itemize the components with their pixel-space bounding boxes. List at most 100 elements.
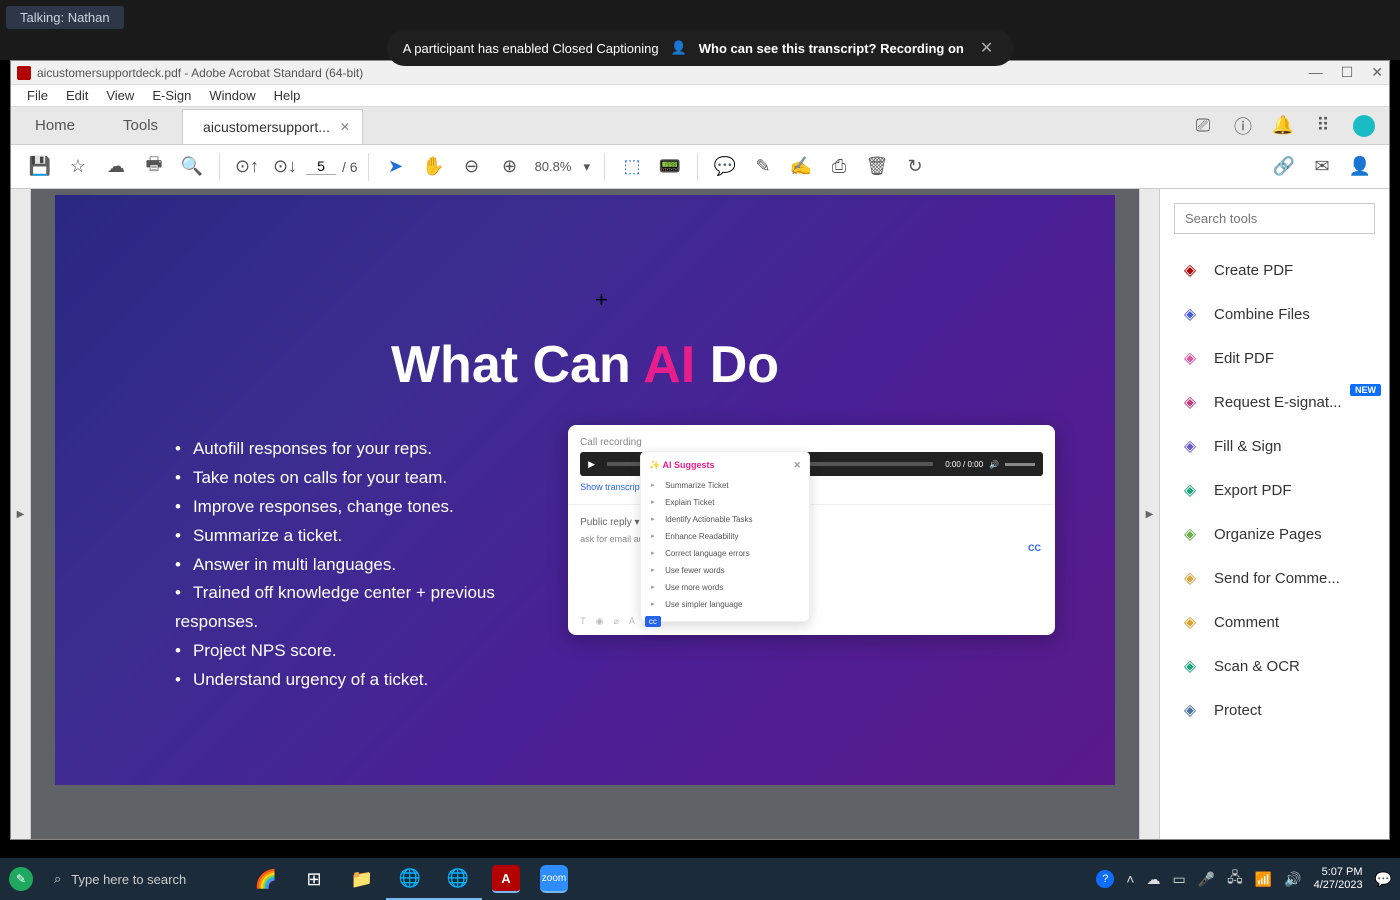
- zoom-out-icon[interactable]: ⊖: [455, 150, 489, 184]
- zoom-value[interactable]: 80.8%: [535, 159, 572, 174]
- print-icon[interactable]: 🖶: [137, 150, 171, 184]
- maximize-button[interactable]: ☐: [1341, 64, 1354, 81]
- taskbar-zoom-icon[interactable]: zoom: [540, 865, 568, 893]
- bell-icon[interactable]: 🔔: [1273, 116, 1293, 136]
- help-icon[interactable]: ⓘ: [1233, 116, 1253, 136]
- apps-icon[interactable]: ⠿: [1313, 116, 1333, 136]
- star-icon[interactable]: ☆: [61, 150, 95, 184]
- selection-tool-icon[interactable]: ➤: [379, 150, 413, 184]
- tool-item-export-pdf[interactable]: ◈Export PDF: [1160, 468, 1389, 512]
- avatar[interactable]: [1353, 115, 1375, 137]
- taskbar-cortana-icon[interactable]: 🌈: [242, 858, 290, 900]
- search-tools-input[interactable]: [1174, 203, 1375, 234]
- tool-label: Organize Pages: [1214, 526, 1322, 543]
- tool-item-create-pdf[interactable]: ◈Create PDF: [1160, 248, 1389, 292]
- tool-item-comment[interactable]: ◈Comment: [1160, 600, 1389, 644]
- menu-window[interactable]: Window: [209, 88, 255, 103]
- stamp-icon[interactable]: ⎙: [822, 150, 856, 184]
- trash-icon[interactable]: 🗑: [860, 150, 894, 184]
- tray-volume-icon[interactable]: 🔊: [1284, 871, 1301, 888]
- comment-bubble-icon[interactable]: 💬: [708, 150, 742, 184]
- page-current-input[interactable]: [306, 158, 336, 175]
- title-pre: What Can: [391, 336, 643, 394]
- share-screen-icon[interactable]: ⎚: [1193, 116, 1213, 136]
- chevron-right-icon: ▶: [17, 509, 25, 520]
- tool-item-combine-files[interactable]: ◈Combine Files: [1160, 292, 1389, 336]
- search-icon[interactable]: 🔍: [175, 150, 209, 184]
- acrobat-app-icon: [17, 66, 31, 80]
- right-rail-toggle[interactable]: ▶: [1139, 189, 1159, 839]
- tray-onedrive-icon[interactable]: ☁: [1146, 871, 1160, 888]
- window-controls: — ☐ ✕: [1309, 64, 1383, 81]
- tool-icon: ◈: [1180, 480, 1200, 500]
- sign-icon[interactable]: ✍: [784, 150, 818, 184]
- tab-document[interactable]: aicustomersupport... ✕: [182, 109, 363, 144]
- tool-item-send-for-comme-[interactable]: ◈Send for Comme...: [1160, 556, 1389, 600]
- tool-item-edit-pdf[interactable]: ◈Edit PDF: [1160, 336, 1389, 380]
- tab-close-icon[interactable]: ✕: [340, 120, 350, 134]
- hand-tool-icon[interactable]: ✋: [417, 150, 451, 184]
- save-icon[interactable]: 💾: [23, 150, 57, 184]
- rotate-icon[interactable]: ↻: [898, 150, 932, 184]
- menu-file[interactable]: File: [27, 88, 48, 103]
- close-button[interactable]: ✕: [1371, 64, 1383, 81]
- email-icon[interactable]: ✉: [1305, 150, 1339, 184]
- tray-wifi-icon[interactable]: 📶: [1255, 871, 1272, 888]
- page-total: / 6: [342, 159, 358, 175]
- search-icon: ⌕: [54, 871, 61, 887]
- fit-width-icon[interactable]: ⬚: [615, 150, 649, 184]
- cc-close-button[interactable]: ✕: [976, 38, 997, 58]
- tray-network-icon[interactable]: 🖧: [1227, 867, 1243, 891]
- minimize-button[interactable]: —: [1309, 64, 1323, 81]
- tool-icon: ◈: [1180, 612, 1200, 632]
- tab-home[interactable]: Home: [11, 107, 99, 144]
- tab-document-label: aicustomersupport...: [203, 119, 330, 135]
- tool-icon: ◈: [1180, 392, 1200, 412]
- tray-mic-icon[interactable]: 🎤: [1198, 871, 1215, 888]
- taskbar-explorer-icon[interactable]: 📁: [338, 858, 386, 900]
- tray-clock[interactable]: 5:07 PM 4/27/2023: [1314, 866, 1363, 892]
- tool-label: Fill & Sign: [1214, 438, 1282, 455]
- highlight-icon[interactable]: ✎: [746, 150, 780, 184]
- cloud-upload-icon[interactable]: ☁: [99, 150, 133, 184]
- tool-item-request-e-signat-[interactable]: ◈Request E-signat...NEW: [1160, 380, 1389, 424]
- taskbar-chrome-icon[interactable]: 🌐: [386, 858, 434, 900]
- tray-time: 5:07 PM: [1314, 866, 1363, 879]
- bullet-list: Autofill responses for your reps. Take n…: [175, 435, 548, 695]
- window-title: aicustomersupportdeck.pdf - Adobe Acroba…: [37, 66, 363, 80]
- read-mode-icon[interactable]: 📟: [653, 150, 687, 184]
- taskbar-search[interactable]: ⌕ Type here to search: [42, 858, 242, 900]
- tray-notifications-icon[interactable]: 💬: [1375, 871, 1392, 888]
- document-canvas[interactable]: + What Can AI Do Autofill responses for …: [31, 189, 1139, 839]
- menu-edit[interactable]: Edit: [66, 88, 88, 103]
- zoom-dropdown-icon[interactable]: ▾: [583, 159, 590, 175]
- menu-esign[interactable]: E-Sign: [152, 88, 191, 103]
- link-icon[interactable]: 🔗: [1267, 150, 1301, 184]
- tool-item-protect[interactable]: ◈Protect: [1160, 688, 1389, 732]
- tray-chevron-up-icon[interactable]: ˄: [1126, 871, 1134, 887]
- cursor-crosshair-icon: +: [595, 287, 608, 313]
- taskbar-taskview-icon[interactable]: ⊞: [290, 858, 338, 900]
- zoom-in-icon[interactable]: ⊕: [493, 150, 527, 184]
- talking-indicator: Talking: Nathan: [6, 6, 124, 29]
- taskbar-chrome2-icon[interactable]: 🌐: [434, 858, 482, 900]
- tool-item-scan-ocr[interactable]: ◈Scan & OCR: [1160, 644, 1389, 688]
- page-down-icon[interactable]: ⊙↓: [268, 150, 302, 184]
- taskbar-acrobat-icon[interactable]: A: [492, 865, 520, 893]
- tool-item-fill-sign[interactable]: ◈Fill & Sign: [1160, 424, 1389, 468]
- menu-help[interactable]: Help: [274, 88, 301, 103]
- left-rail-toggle[interactable]: ▶: [11, 189, 31, 839]
- start-button[interactable]: ✎: [0, 858, 42, 900]
- menu-view[interactable]: View: [106, 88, 134, 103]
- tray-battery-icon[interactable]: ▭: [1172, 871, 1185, 888]
- cc-transcript-link[interactable]: Who can see this transcript? Recording o…: [699, 41, 964, 56]
- profile-icon[interactable]: 👤: [1343, 150, 1377, 184]
- tool-item-organize-pages[interactable]: ◈Organize Pages: [1160, 512, 1389, 556]
- new-badge: NEW: [1350, 384, 1381, 396]
- zoom-top-bar: Talking: Nathan A participant has enable…: [0, 0, 1400, 60]
- tool-label: Protect: [1214, 702, 1262, 719]
- tray-help-icon[interactable]: ?: [1096, 870, 1114, 888]
- workarea: ▶ + What Can AI Do Autofill responses fo…: [11, 189, 1389, 839]
- tab-tools[interactable]: Tools: [99, 107, 182, 144]
- page-up-icon[interactable]: ⊙↑: [230, 150, 264, 184]
